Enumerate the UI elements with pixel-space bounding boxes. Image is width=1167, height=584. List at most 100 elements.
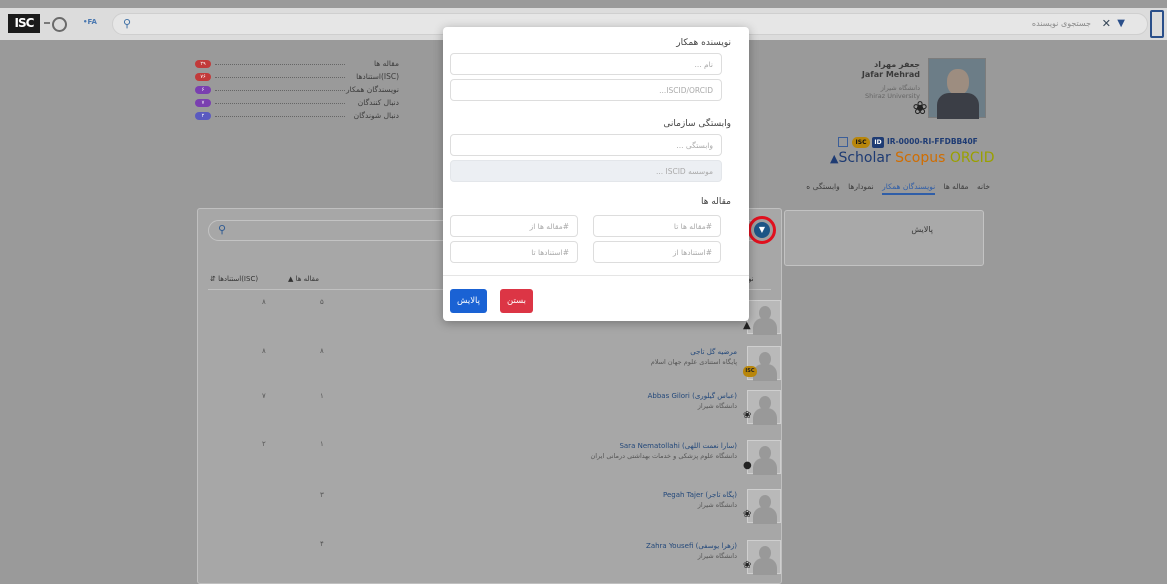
tab-home[interactable]: خانه: [977, 182, 990, 191]
close-modal-button[interactable]: بستن: [500, 289, 533, 313]
dotted-leader: [215, 64, 345, 65]
divider: [44, 22, 50, 24]
profile-name-fa: جعفر مهراد: [874, 60, 920, 69]
profile-university-fa: دانشگاه شیراز: [880, 84, 920, 92]
row-citations: ۲: [262, 440, 266, 448]
tab-affiliations[interactable]: وابستگی ه: [806, 182, 839, 191]
profile-info: جعفر مهراد Jafar Mehrad دانشگاه شیراز Sh…: [845, 60, 920, 100]
filter-panel-title: پالایش: [911, 225, 933, 234]
tab-articles[interactable]: مقاله ها: [944, 182, 969, 191]
stat-label: دنبال شوندگان: [353, 111, 399, 120]
table-row[interactable]: ❀ Zahra Yousefi (زهرا یوسفی) دانشگاه شیر…: [521, 540, 781, 575]
coauthor-affiliation: پایگاه استنادی علوم جهان اسلام: [650, 358, 737, 366]
search-icon[interactable]: ⚲: [123, 17, 131, 30]
stat-count: ۲۹: [195, 60, 211, 68]
stat-articles[interactable]: ۲۹ مقاله ها: [195, 58, 405, 70]
row-articles: ۵: [320, 298, 324, 306]
iscid-input[interactable]: [450, 79, 722, 101]
university-logo-icon: ❀: [743, 509, 752, 520]
stat-label: دنبال کنندگان: [357, 98, 399, 107]
coauthor-name[interactable]: Sara Nematollahi (سارا نعمت اللهی): [619, 442, 737, 450]
col-articles-label: مقاله ها: [295, 275, 319, 283]
search-placeholder: جستجوی نویسنده: [1031, 19, 1091, 28]
institute-iscid-input[interactable]: [450, 160, 722, 182]
orcid-link[interactable]: ORCID: [950, 150, 995, 166]
dotted-leader: [215, 116, 345, 117]
isc-badge-icon: ISC: [743, 366, 757, 377]
row-articles: ۴: [320, 540, 324, 548]
id-badge: ID: [872, 137, 884, 148]
table-row[interactable]: ISC مرضیه گل تاجی پایگاه استنادی علوم جه…: [521, 346, 781, 381]
row-articles: ۳: [320, 491, 324, 499]
articles-section-title: مقاله ها: [700, 197, 731, 207]
table-row[interactable]: ❀ Pegah Tajer (پگاه تاجر) دانشگاه شیراز: [521, 489, 781, 524]
university-logo-icon: ●: [743, 460, 752, 471]
copy-icon[interactable]: [838, 137, 848, 147]
site-logo[interactable]: [1150, 10, 1164, 38]
university-logo-icon: ❀: [743, 410, 752, 421]
row-articles: ۱: [320, 392, 324, 400]
language-switch[interactable]: •FA: [83, 18, 97, 26]
coauthor-section-title: نویسنده همکار: [676, 38, 731, 48]
col-articles-header[interactable]: ▲ مقاله ها: [288, 275, 319, 283]
avatar-head: [947, 69, 969, 95]
clear-icon[interactable]: ✕: [1102, 17, 1111, 30]
coauthor-name[interactable]: مرضیه گل تاجی: [690, 348, 737, 356]
articles-from-input[interactable]: [450, 215, 578, 237]
stat-following[interactable]: ۲ دنبال شوندگان: [195, 110, 405, 122]
stat-coauthors[interactable]: ۶ نویسندگان همکار: [195, 84, 405, 96]
name-input[interactable]: [450, 53, 722, 75]
stat-label: نویسندگان همکار: [345, 85, 399, 94]
filter-dropdown-icon[interactable]: ▼: [1117, 18, 1125, 29]
table-row[interactable]: ❀ Abbas Gilori (عباس گیلوری) دانشگاه شیر…: [521, 390, 781, 425]
profile-tabs: خانه مقاله ها نویسندگان همکار نمودارها و…: [750, 182, 990, 200]
coauthor-name[interactable]: Abbas Gilori (عباس گیلوری): [648, 392, 737, 400]
profile-stats: ۲۹ مقاله ها ۷۶ استنادها(ISC) ۶ نویسندگان…: [195, 58, 405, 123]
coauthor-affiliation: دانشگاه علوم پزشکی و خدمات بهداشتی درمان…: [590, 452, 737, 460]
tab-coauthors[interactable]: نویسندگان همکار: [882, 182, 936, 195]
citations-to-input[interactable]: [450, 241, 578, 263]
articles-to-input[interactable]: [593, 215, 721, 237]
scopus-link[interactable]: Scopus: [895, 150, 945, 166]
stat-count: ۲: [195, 112, 211, 120]
isc-id-row: ISC ID IR-0000-RI-FFDBB40F: [838, 136, 988, 150]
dotted-leader: [215, 77, 345, 78]
stat-citations[interactable]: ۷۶ استنادها(ISC): [195, 71, 405, 83]
filter-panel: پالایش: [784, 210, 984, 266]
filter-funnel-icon: ▼: [754, 222, 770, 238]
coauthor-affiliation: دانشگاه شیراز: [697, 402, 737, 410]
modal-footer-divider: [443, 275, 749, 276]
scholar-link[interactable]: Scholar: [838, 150, 890, 166]
col-citations-label: استنادها(ISC): [218, 275, 259, 283]
apply-filter-button[interactable]: پالایش: [450, 289, 488, 313]
search-icon[interactable]: ⚲: [218, 223, 226, 236]
stat-count: ۷: [195, 99, 211, 107]
coauthor-affiliation: دانشگاه شیراز: [697, 552, 737, 560]
university-logo-icon: ❀: [743, 560, 752, 571]
stat-followers[interactable]: ۷ دنبال کنندگان: [195, 97, 405, 109]
external-profiles: ▲Scholar Scopus ORCID: [830, 150, 995, 168]
isc-logo[interactable]: ISC: [8, 14, 40, 33]
row-articles: ۸: [320, 347, 324, 355]
table-row[interactable]: ● Sara Nematollahi (سارا نعمت اللهی) دان…: [521, 440, 781, 475]
isc-id-code[interactable]: IR-0000-RI-FFDBB40F: [887, 137, 978, 146]
filter-toggle-button[interactable]: ▼: [748, 216, 776, 244]
stat-count: ۷۶: [195, 73, 211, 81]
tab-charts[interactable]: نمودارها: [848, 182, 874, 191]
university-logo-icon: ❀: [912, 98, 928, 119]
affiliation-input[interactable]: [450, 134, 722, 156]
dotted-leader: [215, 90, 345, 91]
citations-from-input[interactable]: [593, 241, 721, 263]
support-icon[interactable]: [52, 17, 67, 32]
affiliation-section-title: وابستگی سازمانی: [663, 119, 731, 129]
isc-badge: ISC: [852, 137, 870, 148]
stat-count: ۶: [195, 86, 211, 94]
coauthor-name[interactable]: Zahra Yousefi (زهرا یوسفی): [646, 542, 737, 550]
profile-avatar: [928, 58, 986, 119]
coauthor-name[interactable]: Pegah Tajer (پگاه تاجر): [663, 491, 737, 499]
row-citations: ۷: [262, 392, 266, 400]
profile-name-en: Jafar Mehrad: [861, 70, 920, 79]
col-citations-header[interactable]: ⇵ استنادها(ISC): [210, 275, 258, 283]
stat-label: استنادها(ISC): [356, 72, 399, 81]
stat-label: مقاله ها: [373, 59, 399, 68]
